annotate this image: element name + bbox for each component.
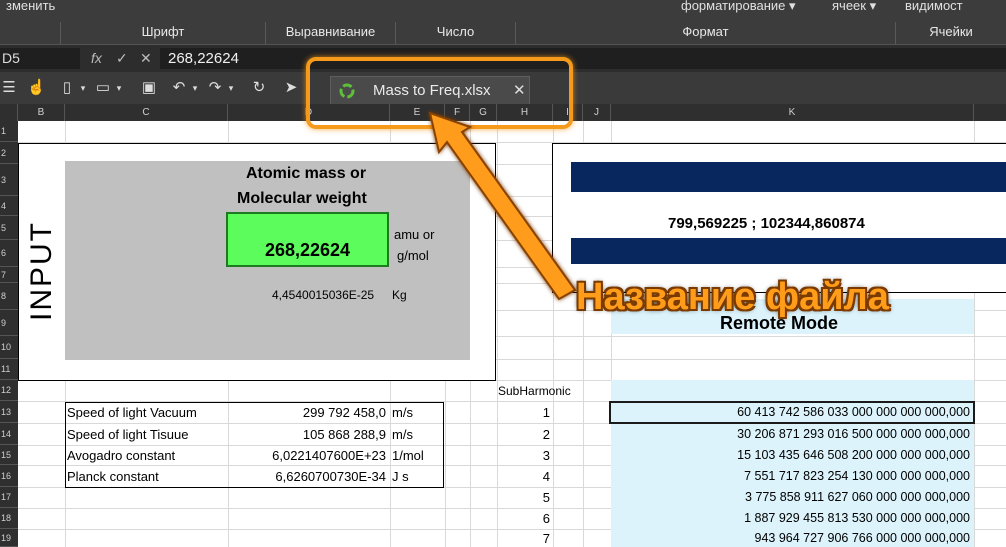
ribbon-group-cells: Ячейки [895,22,1006,44]
hand-icon[interactable]: ☝ [27,78,46,98]
constant-name: Avogadro constant [67,448,176,463]
subharmonic-index: 4 [542,469,550,484]
chevron-down-icon[interactable]: ▾ [222,78,240,98]
result-value: 799,569225 ; 102344,860874 [668,215,865,232]
annotation-highlight-frame [306,57,573,129]
row-header[interactable]: 13 [0,401,18,423]
spreadsheet-grid[interactable]: INPUT Atomic mass or Molecular weight 26… [18,121,1006,547]
constant-name: Planck constant [67,469,159,484]
column-header-b[interactable]: B [18,104,65,121]
row-header[interactable]: 14 [0,423,18,445]
name-box[interactable]: D5 [0,48,80,69]
fx-icon[interactable]: fx [91,48,102,69]
select-all-corner[interactable] [0,104,18,121]
row-header[interactable]: 9 [0,310,18,336]
subharmonic-value: 3 775 858 911 627 060 000 000 000,000 [745,490,970,504]
subharmonic-value: 30 206 871 293 016 500 000 000 000,000 [737,427,970,441]
mass-heading-line1: Atomic mass or [246,165,367,182]
ribbon-item-change[interactable]: зменить [6,0,55,13]
ribbon-item-visibility[interactable]: видимост [905,0,963,13]
row-header[interactable]: 10 [0,336,18,359]
row-header[interactable]: 7 [0,267,18,283]
constant-unit: m/s [392,405,413,420]
ribbon-group-format: Формат [515,22,895,44]
confirm-icon[interactable]: ✓ [116,48,128,69]
row-header[interactable]: 11 [0,359,18,380]
constant-value: 6,0221407600E+23 [272,448,386,463]
subharmonic-index: 2 [542,427,550,442]
refresh-icon[interactable]: ↻ [250,78,268,98]
subharmonic-value: 15 103 435 646 508 200 000 000 000,000 [737,448,970,462]
constant-unit: m/s [392,427,413,442]
ribbon-group-alignment: Выравнивание [265,22,395,44]
ribbon-group-font: Шрифт [60,22,265,44]
mass-unit-line1: amu or [394,227,435,242]
row-header[interactable]: 16 [0,465,18,487]
row-header[interactable]: 19 [0,529,18,547]
row-header[interactable]: 6 [0,240,18,267]
cancel-icon[interactable]: ✕ [140,48,152,69]
ribbon-item-format-as-table[interactable]: форматирование ▾ [681,0,796,14]
constant-value: 6,6260700730E-34 [275,469,386,484]
row-header[interactable]: 1 [0,121,18,142]
subharmonic-value: 943 964 727 906 766 000 000 000,000 [754,531,971,545]
subharmonic-index: 5 [542,490,550,505]
row-header[interactable]: 18 [0,508,18,529]
input-label: INPUT [25,221,58,321]
mass-input-cell[interactable]: 268,22624 [226,212,389,267]
chevron-down-icon[interactable]: ▾ [110,78,128,98]
mass-heading-line2: Molecular weight [237,190,367,207]
row-header[interactable]: 15 [0,445,18,465]
formula-input[interactable]: 268,22624 [160,48,1006,69]
row-headers: 1 2 3 4 5 6 7 8 9 10 11 12 13 14 15 16 1… [0,121,18,547]
constant-value: 105 868 288,9 [302,427,386,442]
kg-value: 4,4540015036E-25 [272,288,375,302]
row-header[interactable]: 4 [0,196,18,216]
row-header[interactable]: 5 [0,216,18,240]
mass-unit-line2: g/mol [397,248,429,263]
chevron-down-icon[interactable]: ▾ [186,78,204,98]
subharmonic-index: 3 [542,448,550,463]
ribbon-top-row: зменить форматирование ▾ ячеек ▾ видимос… [0,0,1006,20]
subharmonic-value: 1 887 929 455 813 530 000 000 000,000 [744,511,970,525]
ribbon-item-cell-styles[interactable]: ячеек ▾ [832,0,876,14]
result-footer-band [571,238,1006,264]
subharmonic-index: 7 [542,531,550,546]
column-header-j[interactable]: J [583,104,611,121]
row-header[interactable]: 8 [0,283,18,310]
constant-name: Speed of light Tisuue [67,427,189,442]
ribbon: зменить форматирование ▾ ячеек ▾ видимос… [0,0,1006,44]
pointer-icon[interactable]: ➤ [282,78,300,98]
ribbon-group-number: Число [395,22,515,44]
subharmonic-value: 7 551 717 823 254 130 000 000 000,000 [744,469,970,483]
subharmonic-header: SubHarmonic [498,384,571,398]
chevron-down-icon[interactable]: ▾ [74,78,92,98]
annotation-label: Название файла [576,276,889,318]
row-header[interactable]: 12 [0,380,18,401]
mass-value: 268,22624 [264,240,351,260]
column-header-c[interactable]: C [65,104,228,121]
save-icon[interactable]: ▣ [140,78,158,98]
constant-unit: 1/mol [392,448,424,463]
subharmonic-index: 1 [542,405,550,420]
column-header-k[interactable]: K [611,104,974,121]
row-header[interactable]: 3 [0,164,18,196]
result-header-band [571,162,1006,192]
row-header[interactable]: 2 [0,142,18,164]
subharmonic-value: 60 413 742 586 033 000 000 000 000,000 [737,405,970,419]
subharmonic-index: 6 [542,511,550,526]
row-header[interactable]: 17 [0,487,18,508]
constant-unit: J s [392,469,409,484]
constant-name: Speed of light Vacuum [67,405,197,420]
menu-icon[interactable]: ☰ [0,78,18,98]
kg-unit: Kg [392,288,407,302]
constant-value: 299 792 458,0 [302,405,386,420]
